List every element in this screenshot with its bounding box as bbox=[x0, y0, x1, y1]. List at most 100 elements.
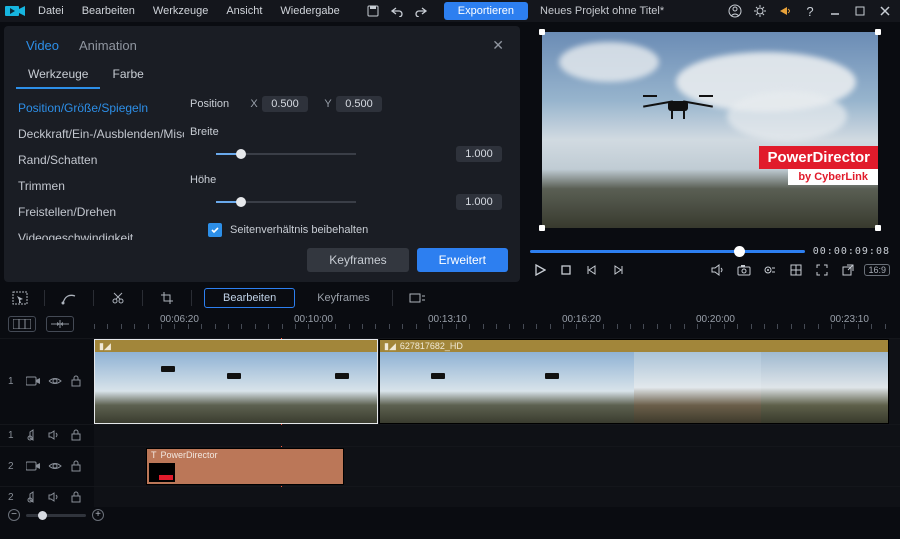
settings-icon[interactable] bbox=[749, 1, 771, 21]
label-position: Position bbox=[190, 98, 246, 110]
select-tool-icon[interactable] bbox=[8, 288, 32, 308]
redo-icon[interactable] bbox=[410, 1, 432, 21]
edit-pill[interactable]: Bearbeiten bbox=[204, 288, 295, 308]
menu-wiedergabe[interactable]: Wiedergabe bbox=[272, 2, 347, 20]
timeline-toolbar: Bearbeiten Keyframes bbox=[0, 286, 900, 310]
lock-icon[interactable] bbox=[70, 460, 84, 474]
export-button[interactable]: Exportieren bbox=[444, 2, 528, 20]
preview-scrubber[interactable]: 00:00:09:08 bbox=[524, 244, 896, 258]
mute-icon[interactable] bbox=[48, 491, 62, 505]
tab-video[interactable]: Video bbox=[16, 34, 69, 57]
zoom-bar: − + bbox=[0, 507, 900, 523]
side-border[interactable]: Rand/Schatten bbox=[4, 147, 184, 173]
preview-panel: PowerDirector by CyberLink 00:00:09:08 bbox=[524, 26, 896, 282]
panel-close-icon[interactable]: ✕ bbox=[488, 35, 508, 56]
menu-bearbeiten[interactable]: Bearbeiten bbox=[74, 2, 143, 20]
title-clip[interactable]: TPowerDirector bbox=[146, 448, 344, 485]
input-pos-y[interactable]: 0.500 bbox=[336, 96, 382, 112]
track-num-1a: 1 bbox=[8, 430, 18, 441]
snap-icon[interactable] bbox=[46, 316, 74, 332]
subtab-werkzeuge[interactable]: Werkzeuge bbox=[16, 61, 100, 89]
cyberlink-badge: by CyberLink bbox=[788, 169, 878, 185]
side-opacity[interactable]: Deckkraft/Ein-/Ausblenden/Mischen bbox=[4, 121, 184, 147]
timeline-view-icon[interactable] bbox=[8, 316, 36, 332]
clip-2[interactable]: ▮◢627817682_HD bbox=[379, 339, 889, 424]
side-list: Position/Größe/Spiegeln Deckkraft/Ein-/A… bbox=[4, 89, 184, 240]
undo-icon[interactable] bbox=[386, 1, 408, 21]
tab-animation[interactable]: Animation bbox=[69, 34, 147, 57]
side-trim[interactable]: Trimmen bbox=[4, 173, 184, 199]
menu-ansicht[interactable]: Ansicht bbox=[218, 2, 270, 20]
mute-icon[interactable] bbox=[48, 429, 62, 443]
fullscreen-icon[interactable] bbox=[812, 260, 832, 280]
pen-tool-icon[interactable] bbox=[57, 288, 81, 308]
prev-frame-icon[interactable] bbox=[582, 260, 602, 280]
next-frame-icon[interactable] bbox=[608, 260, 628, 280]
side-crop[interactable]: Freistellen/Drehen bbox=[4, 199, 184, 225]
menu-datei[interactable]: Datei bbox=[30, 2, 72, 20]
volume-icon[interactable] bbox=[708, 260, 728, 280]
aspect-button[interactable]: 16:9 bbox=[864, 264, 890, 276]
erweitert-button[interactable]: Erweitert bbox=[417, 248, 508, 272]
keyframes-button[interactable]: Keyframes bbox=[307, 248, 408, 272]
minimize-icon[interactable] bbox=[824, 1, 846, 21]
crop-tool-icon[interactable] bbox=[155, 288, 179, 308]
subtab-farbe[interactable]: Farbe bbox=[100, 61, 155, 89]
app-logo bbox=[4, 1, 28, 21]
stop-icon[interactable] bbox=[556, 260, 576, 280]
keyframes-pill[interactable]: Keyframes bbox=[307, 289, 380, 307]
help-icon[interactable]: ? bbox=[799, 1, 821, 21]
label-hoehe: Höhe bbox=[190, 174, 246, 186]
clip-1[interactable]: ▮◢ bbox=[94, 339, 378, 424]
more-tool-icon[interactable] bbox=[405, 288, 429, 308]
close-icon[interactable] bbox=[874, 1, 896, 21]
checkbox-aspect[interactable] bbox=[208, 223, 222, 237]
visibility-icon[interactable] bbox=[48, 460, 62, 474]
title-icon: T bbox=[151, 450, 157, 460]
lock-icon[interactable] bbox=[70, 429, 84, 443]
label-breite: Breite bbox=[190, 126, 246, 138]
project-title: Neues Projekt ohne Titel* bbox=[540, 5, 664, 17]
account-icon[interactable] bbox=[724, 1, 746, 21]
grid-icon[interactable] bbox=[786, 260, 806, 280]
lock-icon[interactable] bbox=[70, 491, 84, 505]
menubar: Datei Bearbeiten Werkzeuge Ansicht Wiede… bbox=[0, 0, 900, 22]
track-num-2: 2 bbox=[8, 461, 18, 472]
zoom-slider[interactable] bbox=[26, 514, 86, 517]
powerdirector-badge: PowerDirector bbox=[759, 146, 878, 169]
track-num-2a: 2 bbox=[8, 492, 18, 503]
lock-icon[interactable] bbox=[70, 375, 84, 389]
notify-icon[interactable] bbox=[774, 1, 796, 21]
play-icon[interactable] bbox=[530, 260, 550, 280]
side-position[interactable]: Position/Größe/Spiegeln bbox=[4, 95, 184, 121]
input-height[interactable]: 1.000 bbox=[456, 194, 502, 210]
slider-width[interactable] bbox=[216, 147, 356, 161]
video-track-icon[interactable] bbox=[26, 375, 40, 389]
popout-icon[interactable] bbox=[838, 260, 858, 280]
menu-werkzeuge[interactable]: Werkzeuge bbox=[145, 2, 216, 20]
snapshot-icon[interactable] bbox=[734, 260, 754, 280]
timeline: 00:06:20 00:10:00 00:13:10 00:16:20 00:2… bbox=[0, 310, 900, 523]
video-track-icon[interactable] bbox=[26, 460, 40, 474]
slider-height[interactable] bbox=[216, 195, 356, 209]
drone-graphic bbox=[643, 91, 713, 121]
properties-panel: Video Animation ✕ Werkzeuge Farbe Positi… bbox=[4, 26, 520, 282]
audio-track-icon[interactable] bbox=[26, 429, 40, 443]
track-num-1: 1 bbox=[8, 376, 18, 387]
cut-tool-icon[interactable] bbox=[106, 288, 130, 308]
preview-timecode: 00:00:09:08 bbox=[813, 246, 890, 257]
audio-track-icon[interactable] bbox=[26, 491, 40, 505]
maximize-icon[interactable] bbox=[849, 1, 871, 21]
preview-viewport[interactable]: PowerDirector by CyberLink bbox=[524, 26, 896, 244]
input-pos-x[interactable]: 0.500 bbox=[262, 96, 308, 112]
zoom-in-icon[interactable]: + bbox=[92, 509, 104, 521]
label-y: Y bbox=[320, 98, 336, 110]
visibility-icon[interactable] bbox=[48, 375, 62, 389]
side-speed[interactable]: Videogeschwindigkeit bbox=[4, 225, 184, 240]
form-area: Position X 0.500 Y 0.500 Breite 1.000 Hö… bbox=[184, 89, 520, 240]
input-width[interactable]: 1.000 bbox=[456, 146, 502, 162]
quality-icon[interactable] bbox=[760, 260, 780, 280]
time-ruler[interactable]: 00:06:20 00:10:00 00:13:10 00:16:20 00:2… bbox=[94, 310, 900, 338]
zoom-out-icon[interactable]: − bbox=[8, 509, 20, 521]
save-icon[interactable] bbox=[362, 1, 384, 21]
